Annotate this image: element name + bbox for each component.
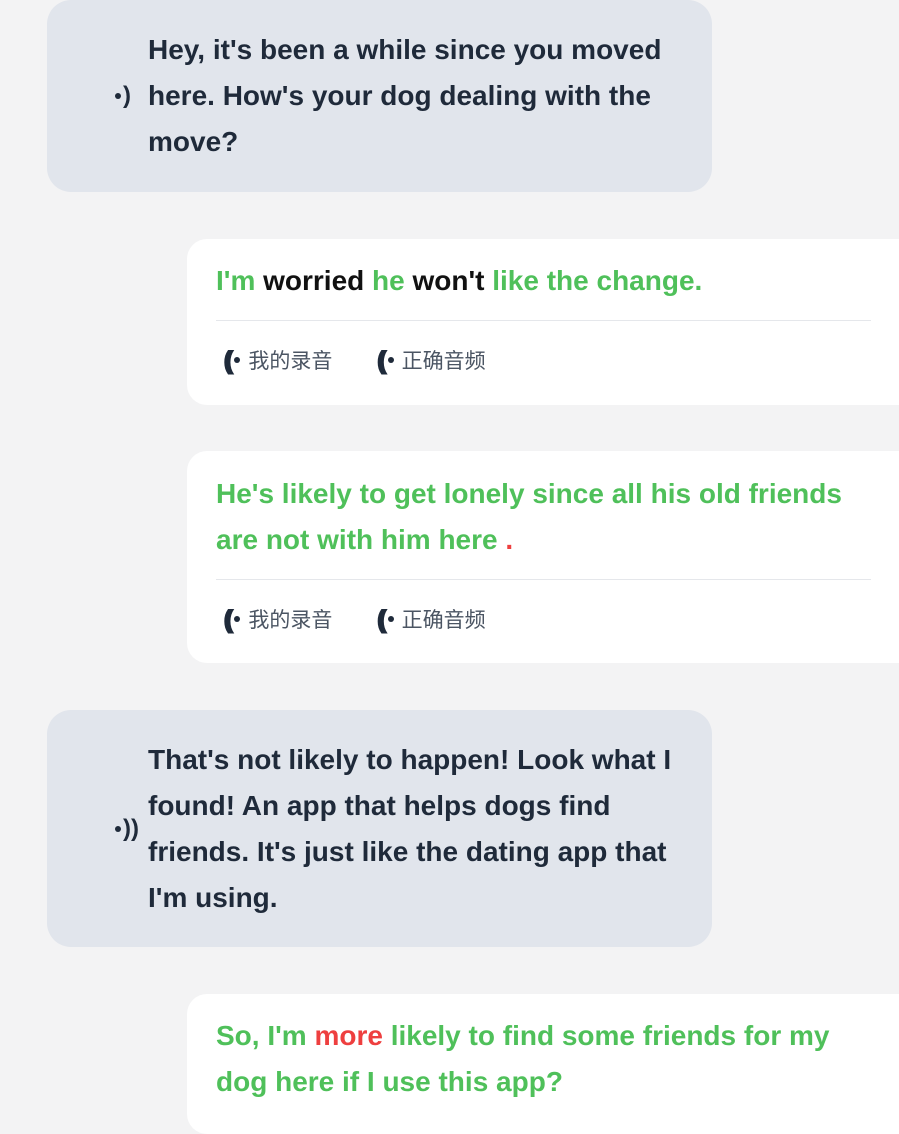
- audio-actions: (( 我的录音 (( 正确音频: [223, 345, 530, 375]
- text-segment: He's likely to get lonely since all his …: [216, 478, 842, 555]
- correct-audio-icon: ((: [376, 347, 394, 373]
- correct-audio-button[interactable]: (( 正确音频: [376, 345, 485, 375]
- partner-message-text: Hey, it's been a while since you moved h…: [148, 34, 662, 157]
- correct-audio-label: 正确音频: [401, 350, 486, 373]
- partner-message: )) That's not likely to happen! Look wha…: [47, 710, 712, 947]
- user-message: I'm worried he won't like the change. ((…: [187, 239, 899, 405]
- recording-playback-icon: ((: [223, 347, 241, 373]
- user-message-text: He's likely to get lonely since all his …: [216, 471, 871, 563]
- user-message-text: I'm worried he won't like the change.: [216, 258, 871, 304]
- user-message: So, I'm more likely to find some friends…: [187, 994, 899, 1134]
- text-segment: So, I'm: [216, 1020, 315, 1051]
- correct-audio-label: 正确音频: [401, 609, 486, 632]
- speaker-icon[interactable]: ): [115, 84, 131, 108]
- partner-message: ) Hey, it's been a while since you moved…: [47, 0, 712, 192]
- my-recording-button[interactable]: (( 我的录音: [223, 604, 332, 634]
- text-segment: worried: [263, 265, 365, 296]
- text-segment: .: [505, 524, 514, 555]
- my-recording-label: 我的录音: [248, 609, 333, 632]
- audio-actions: (( 我的录音 (( 正确音频: [223, 604, 530, 634]
- user-message: He's likely to get lonely since all his …: [187, 451, 899, 663]
- text-segment: he: [364, 265, 413, 296]
- partner-message-text: That's not likely to happen! Look what I…: [148, 743, 672, 913]
- divider: [216, 320, 871, 321]
- my-recording-label: 我的录音: [248, 350, 333, 373]
- divider: [216, 579, 871, 580]
- correct-audio-icon: ((: [376, 606, 394, 632]
- my-recording-button[interactable]: (( 我的录音: [223, 345, 332, 375]
- text-segment: like the change.: [484, 265, 703, 296]
- recording-playback-icon: ((: [223, 606, 241, 632]
- text-segment: more: [314, 1020, 383, 1051]
- text-segment: I'm: [216, 265, 264, 296]
- correct-audio-button[interactable]: (( 正确音频: [376, 604, 485, 634]
- speaker-icon[interactable]: )): [115, 816, 139, 841]
- user-message-text: So, I'm more likely to find some friends…: [216, 1013, 871, 1105]
- text-segment: won't: [412, 265, 485, 296]
